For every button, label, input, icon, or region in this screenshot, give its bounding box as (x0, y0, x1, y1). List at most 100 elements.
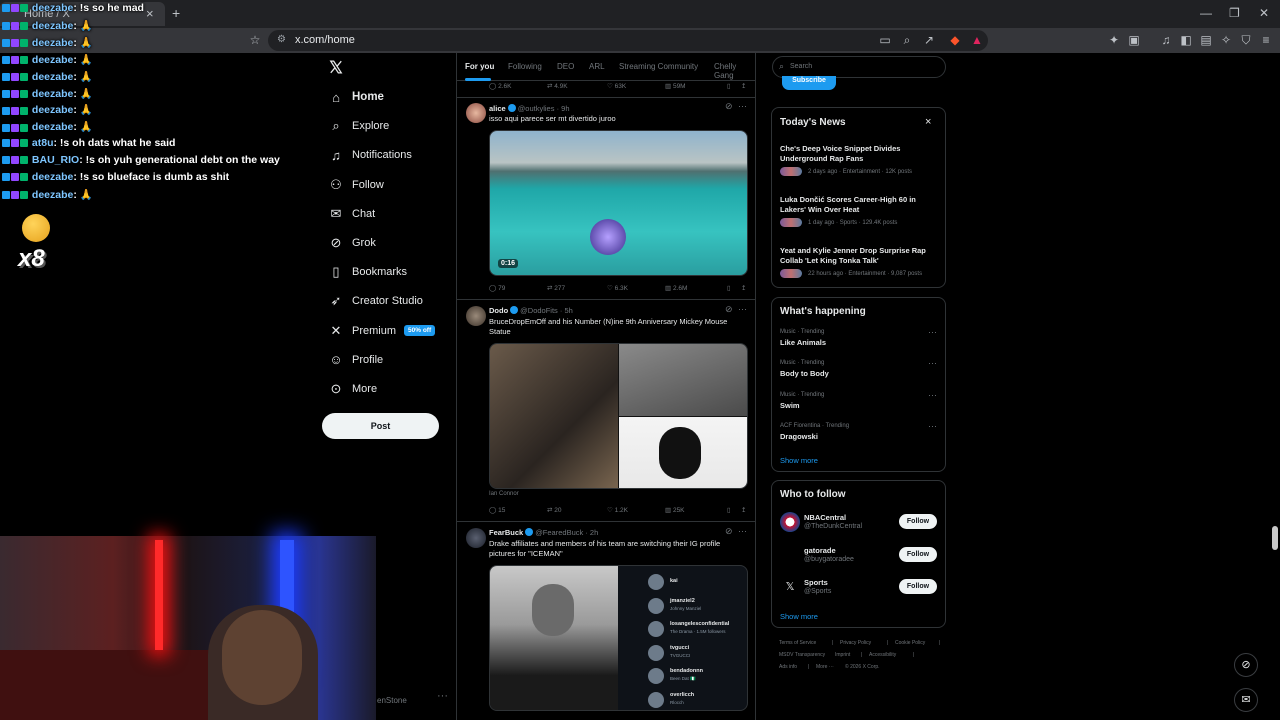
tab-for-you[interactable]: For you (465, 62, 494, 71)
grok-icon[interactable]: ⊘ (725, 101, 733, 112)
footer-link[interactable]: Cookie Policy (895, 640, 925, 646)
trend-more-icon[interactable]: ··· (928, 358, 937, 368)
footer-link[interactable]: Privacy Policy (840, 640, 871, 646)
sidebar-icon[interactable]: ◧ (1179, 33, 1193, 47)
post-more-icon[interactable]: ··· (738, 101, 747, 111)
scrollbar-thumb[interactable] (1272, 526, 1278, 550)
footer-link[interactable]: Ads info (779, 664, 797, 670)
bookmark-icon[interactable]: ▯ (727, 506, 731, 514)
nav-item-more[interactable]: ⊙ More (328, 377, 378, 401)
post-alice[interactable]: alice @outkylies · 9h ⊘ ··· isso aqui par… (457, 98, 755, 299)
like-count[interactable]: ♡ 6.3K (607, 284, 628, 292)
footer-link[interactable]: MSDV Transparency (779, 652, 825, 658)
news-headline[interactable]: Yeat and Kylie Jenner Drop Surprise Rap … (780, 246, 940, 266)
like-count[interactable]: ♡ 63K (607, 82, 626, 90)
post-author[interactable]: FearBuck @FearedBuck · 2h (489, 528, 598, 537)
repost-count[interactable]: ⇄ 277 (547, 284, 565, 292)
share-icon[interactable]: ↥ (741, 506, 746, 514)
cast-icon[interactable]: ▭ (878, 33, 892, 47)
post-more-icon[interactable]: ··· (738, 526, 747, 536)
reply-count[interactable]: ◯ 79 (489, 284, 505, 292)
nav-item-explore[interactable]: ⌕ Explore (328, 114, 389, 138)
trend-more-icon[interactable]: ··· (928, 327, 937, 337)
tab-streaming-community[interactable]: Streaming Community (619, 62, 698, 71)
view-count[interactable]: ▥ 2.6M (665, 284, 687, 292)
trend-name[interactable]: Swim (780, 401, 800, 410)
tab-chelly-gang[interactable]: Chelly Gang (714, 62, 755, 80)
nav-item-notifications[interactable]: ♫ Notifications (328, 143, 412, 167)
brave-shield-icon[interactable]: ◆ (948, 33, 962, 47)
post-video[interactable]: 0:16 (489, 130, 748, 276)
nav-item-chat[interactable]: ✉ Chat (328, 202, 376, 226)
subscribe-button[interactable]: Subscribe (782, 76, 836, 90)
follow-button[interactable]: Follow (899, 546, 937, 562)
site-info-icon[interactable]: ⚙ (277, 34, 286, 45)
nav-item-grok[interactable]: ⊘ Grok (328, 231, 376, 255)
footer-link[interactable]: Terms of Service (779, 640, 816, 646)
vpn-icon[interactable]: ⛉ (1239, 33, 1253, 47)
minimize-button[interactable]: — (1200, 6, 1212, 20)
account-switcher-name[interactable]: enStone (377, 696, 407, 705)
post-fearbuck[interactable]: FearBuck @FearedBuck · 2h ⊘ ··· Drake aff… (457, 522, 755, 720)
follow-button[interactable]: Follow (899, 514, 937, 529)
follow-button[interactable]: Follow (899, 579, 937, 594)
nav-item-premium[interactable]: ✕ Premium 50% off (328, 319, 436, 343)
repost-count[interactable]: ⇄ 4.9K (547, 82, 568, 90)
avatar[interactable] (466, 103, 486, 123)
post-image[interactable] (619, 417, 747, 488)
grok-icon[interactable]: ⊘ (725, 304, 733, 315)
like-count[interactable]: ♡ 1.2K (607, 506, 628, 514)
share-icon[interactable]: ↥ (741, 82, 746, 90)
avatar[interactable] (466, 528, 486, 548)
footer-link[interactable]: More ··· (816, 664, 834, 670)
menu-icon[interactable]: ≡ (1259, 33, 1273, 47)
trend-name[interactable]: Like Animals (780, 338, 826, 347)
view-count[interactable]: ▥ 59M (665, 82, 686, 90)
repost-count[interactable]: ⇄ 20 (547, 506, 562, 514)
grok-icon[interactable]: ⊘ (725, 526, 733, 537)
tab-deo[interactable]: DEO (557, 62, 574, 71)
nav-item-follow[interactable]: ⚇ Follow (328, 173, 384, 197)
messages-float-button[interactable]: ✉ (1234, 688, 1258, 712)
post-image-grid[interactable] (489, 343, 748, 489)
trend-name[interactable]: Body to Body (780, 369, 829, 378)
post-author[interactable]: alice @outkylies · 9h (489, 104, 570, 113)
screenshot-icon[interactable]: ▣ (1127, 33, 1141, 47)
tab-following[interactable]: Following (508, 62, 542, 71)
reply-count[interactable]: ◯ 15 (489, 506, 505, 514)
post-image[interactable]: kai jmanziel2 Johnny Manziel losangelesconf… (489, 565, 748, 711)
trend-name[interactable]: Dragowski (780, 432, 818, 441)
footer-link[interactable]: Imprint (835, 652, 850, 658)
avatar[interactable] (780, 512, 800, 532)
bookmark-page-icon[interactable]: ☆ (248, 33, 262, 47)
footer-link[interactable]: Accessibility (869, 652, 896, 658)
show-more-link[interactable]: Show more (780, 456, 818, 465)
close-window-button[interactable]: ✕ (1259, 6, 1269, 20)
close-icon[interactable]: × (925, 116, 931, 128)
post-image[interactable] (619, 344, 747, 416)
show-more-link[interactable]: Show more (780, 612, 818, 621)
zoom-icon[interactable]: ⌕ (900, 33, 914, 47)
nav-item-home[interactable]: ⌂ Home (328, 85, 384, 109)
nav-item-creator-studio[interactable]: ➶ Creator Studio (328, 289, 423, 313)
avatar[interactable]: 𝕏 (780, 577, 800, 597)
restore-button[interactable]: ❐ (1229, 6, 1240, 20)
tab-close-button[interactable]: × (146, 6, 154, 21)
x-logo-icon[interactable] (329, 60, 343, 74)
follow-name[interactable]: gatorade (804, 546, 836, 555)
footer-link[interactable]: © 2026 X Corp. (845, 664, 880, 670)
view-count[interactable]: ▥ 25K (665, 506, 685, 514)
trend-more-icon[interactable]: ··· (928, 390, 937, 400)
search-input[interactable]: ⌕ Search (772, 56, 946, 78)
news-headline[interactable]: Che's Deep Voice Snippet Divides Undergr… (780, 144, 940, 164)
post-author[interactable]: Dodo @DodoFits · 5h (489, 306, 573, 315)
follow-name[interactable]: NBACentral (804, 513, 846, 522)
bookmark-icon[interactable]: ▯ (727, 82, 731, 90)
reply-count[interactable]: ◯ 2.6K (489, 82, 511, 90)
post-more-icon[interactable]: ··· (738, 304, 747, 314)
share-icon[interactable]: ↗ (922, 33, 936, 47)
avatar[interactable] (466, 306, 486, 326)
extensions-icon[interactable]: ✦ (1107, 33, 1121, 47)
post-dodo[interactable]: Dodo @DodoFits · 5h ⊘ ··· BruceDropEmOff … (457, 300, 755, 521)
trend-more-icon[interactable]: ··· (928, 421, 937, 431)
